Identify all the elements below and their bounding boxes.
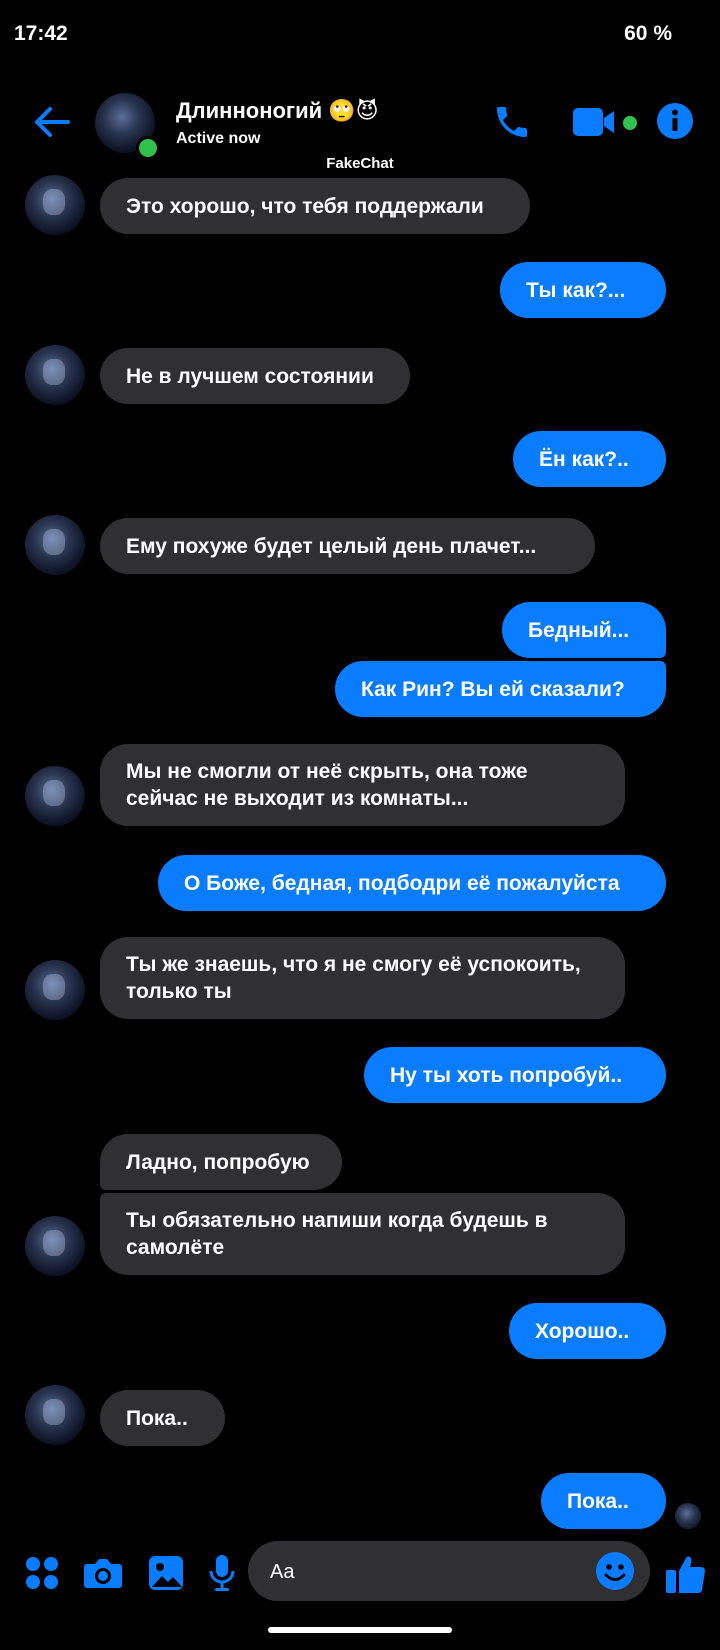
outgoing-message[interactable]: Как Рин? Вы ей сказали? xyxy=(335,661,666,717)
contact-status: Active now xyxy=(176,130,261,147)
thumbs-up-icon[interactable] xyxy=(664,1550,708,1596)
emoji-icon[interactable] xyxy=(595,1551,635,1591)
outgoing-message[interactable]: Бедный... xyxy=(502,602,666,658)
contact-avatar-small xyxy=(25,175,85,235)
apps-icon[interactable] xyxy=(22,1553,62,1593)
incoming-message[interactable]: Мы не смогли от неё скрыть, она тоже сей… xyxy=(100,744,625,826)
outgoing-message[interactable]: Ён как?.. xyxy=(513,431,666,487)
outgoing-message[interactable]: Пока.. xyxy=(541,1473,666,1529)
contact-avatar-small xyxy=(25,960,85,1020)
incoming-message[interactable]: Ты же знаешь, что я не смогу её успокоит… xyxy=(100,937,625,1019)
seen-receipt-avatar xyxy=(675,1503,701,1529)
incoming-message[interactable]: Пока.. xyxy=(100,1390,225,1446)
contact-avatar-small xyxy=(25,515,85,575)
gallery-icon[interactable] xyxy=(146,1553,186,1593)
battery-level: 60 % xyxy=(624,22,672,45)
outgoing-message[interactable]: О Боже, бедная, подбодри её пожалуйста xyxy=(158,855,666,911)
status-time: 17:42 xyxy=(14,22,68,45)
message-input-container[interactable] xyxy=(248,1541,650,1603)
outgoing-message[interactable]: Ты как?... xyxy=(500,262,666,318)
contact-avatar-small xyxy=(25,766,85,826)
phone-icon[interactable] xyxy=(490,100,534,144)
video-icon[interactable] xyxy=(570,100,620,144)
contact-avatar-small xyxy=(25,345,85,405)
contact-avatar-small xyxy=(25,1385,85,1445)
camera-icon[interactable] xyxy=(82,1553,124,1593)
contact-name[interactable]: Длинноногий 🙄😈 xyxy=(176,98,379,124)
outgoing-message[interactable]: Ну ты хоть попробуй.. xyxy=(364,1047,666,1103)
incoming-message[interactable]: Ты обязательно напиши когда будешь в сам… xyxy=(100,1193,625,1275)
contact-avatar-small xyxy=(25,1216,85,1276)
video-online-dot xyxy=(623,116,637,130)
back-arrow-icon[interactable] xyxy=(30,100,74,144)
home-indicator xyxy=(268,1627,452,1633)
outgoing-message[interactable]: Хорошо.. xyxy=(509,1303,666,1359)
info-icon[interactable] xyxy=(655,101,695,141)
incoming-message[interactable]: Ладно, попробую xyxy=(100,1134,342,1190)
mic-icon[interactable] xyxy=(206,1553,238,1593)
message-input[interactable] xyxy=(268,1541,572,1603)
incoming-message[interactable]: Не в лучшем состоянии xyxy=(100,348,410,404)
incoming-message[interactable]: Ему похуже будет целый день плачет... xyxy=(100,518,595,574)
app-watermark: FakeChat xyxy=(326,155,394,172)
incoming-message[interactable]: Это хорошо, что тебя поддержали xyxy=(100,178,530,234)
